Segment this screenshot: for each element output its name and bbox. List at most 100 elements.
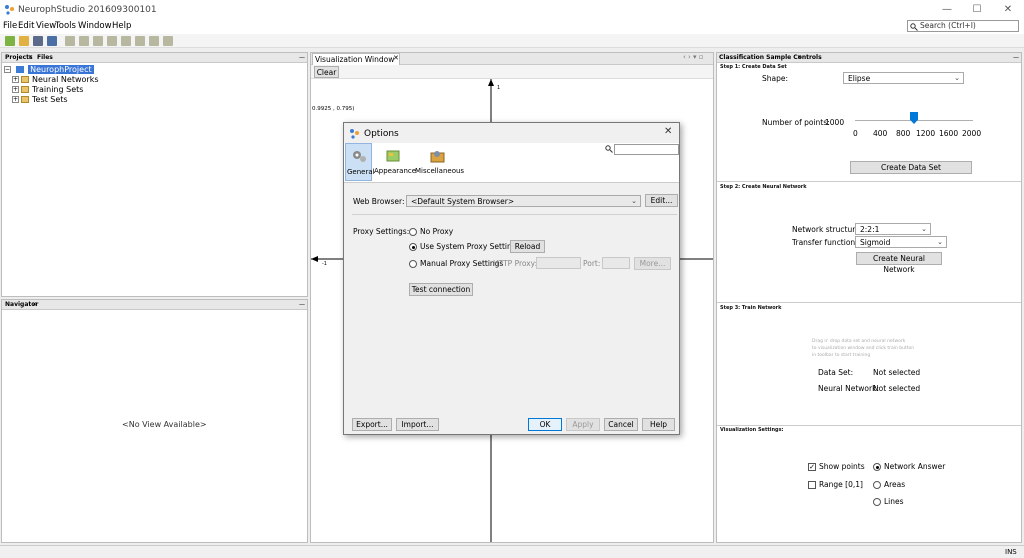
ok-button[interactable]: OK — [528, 418, 562, 431]
system-proxy-radio[interactable]: Use System Proxy Settings — [409, 242, 520, 251]
http-proxy-input[interactable] — [536, 257, 581, 269]
expand-icon[interactable]: + — [12, 86, 19, 93]
search-icon — [910, 23, 918, 31]
system-proxy-label: Use System Proxy Settings — [420, 242, 521, 251]
tree-root[interactable]: − NeurophProject — [4, 65, 94, 75]
nn-label: Neural Network: — [818, 384, 879, 393]
project-icon — [15, 66, 24, 73]
manual-proxy-radio[interactable]: Manual Proxy Settings — [409, 259, 503, 268]
minimize-panel-icon[interactable]: — — [1013, 54, 1019, 61]
manual-proxy-label: Manual Proxy Settings — [420, 259, 504, 268]
dataset-label: Data Set: — [818, 368, 854, 377]
areas-radio[interactable]: Areas — [873, 480, 905, 489]
create-dataset-button[interactable]: Create Data Set — [850, 161, 972, 174]
tree-item-label: Training Sets — [32, 85, 84, 94]
viz-tabstrip: Visualization Window 1 ✕ ‹ › ▾ ▫ — [311, 53, 713, 75]
tab-nav-arrows-icon[interactable]: ‹ › ▾ ▫ — [683, 53, 704, 61]
expand-icon[interactable]: + — [12, 76, 19, 83]
points-slider-thumb[interactable] — [910, 112, 918, 124]
menu-window[interactable]: Window — [78, 21, 112, 31]
search-input[interactable]: Search (Ctrl+I) — [907, 20, 1019, 32]
network-answer-radio[interactable]: Network Answer — [873, 462, 945, 471]
test-connection-button[interactable]: Test connection — [409, 283, 473, 296]
save-all-icon[interactable] — [47, 36, 57, 46]
tree-root-label: NeurophProject — [28, 65, 94, 74]
tool-icon-8[interactable] — [163, 36, 173, 46]
tab-controls[interactable]: Classification Sample Controls — [719, 54, 822, 61]
close-projects-tab-icon[interactable]: ✕ — [28, 54, 33, 61]
app-window: NeurophStudio 201609300101 — ☐ ✕ File Ed… — [0, 0, 1024, 558]
category-miscellaneous[interactable]: Miscellaneous — [415, 143, 464, 181]
toolbox-icon — [430, 151, 445, 163]
menu-tools[interactable]: Tools — [55, 21, 76, 31]
maximize-button[interactable]: ☐ — [962, 3, 992, 17]
no-proxy-radio[interactable]: No Proxy — [409, 227, 453, 236]
structure-select[interactable]: 2:2:1 ⌄ — [855, 223, 931, 235]
http-proxy-label: HTTP Proxy: — [493, 259, 538, 268]
hint-line-2: to visualization window and click train … — [812, 346, 915, 351]
tree-item-neural-networks[interactable]: + Neural Networks — [12, 75, 99, 85]
minimize-button[interactable]: — — [932, 3, 962, 17]
export-button[interactable]: Export... — [352, 418, 392, 431]
tool-icon-3[interactable] — [93, 36, 103, 46]
clear-button[interactable]: Clear — [314, 66, 339, 78]
menu-edit[interactable]: Edit — [18, 21, 34, 31]
tool-icon-5[interactable] — [121, 36, 131, 46]
close-controls-tab-icon[interactable]: ✕ — [797, 54, 802, 61]
menu-help[interactable]: Help — [112, 21, 131, 31]
collapse-icon[interactable]: − — [4, 66, 11, 73]
category-general[interactable]: General — [345, 143, 375, 181]
close-navigator-tab-icon[interactable]: ✕ — [32, 301, 37, 308]
web-browser-select[interactable]: <Default System Browser> ⌄ — [406, 195, 641, 207]
create-network-button[interactable]: Create Neural Network — [856, 252, 942, 274]
edit-button[interactable]: Edit... — [645, 194, 678, 207]
options-search-input[interactable] — [614, 144, 679, 155]
shape-select[interactable]: Elipse ⌄ — [843, 72, 964, 84]
tool-icon-2[interactable] — [79, 36, 89, 46]
check-icon: ✓ — [808, 463, 816, 471]
cancel-button[interactable]: Cancel — [604, 418, 638, 431]
menu-view[interactable]: View — [36, 21, 56, 31]
help-button[interactable]: Help — [642, 418, 675, 431]
range-checkbox[interactable]: Range [0,1] — [808, 480, 863, 489]
category-appearance[interactable]: Appearance — [374, 143, 416, 181]
tool-icon-6[interactable] — [135, 36, 145, 46]
open-project-icon[interactable] — [33, 36, 43, 46]
controls-panel: Classification Sample Controls ✕ — Step … — [716, 52, 1022, 543]
tool-icon-7[interactable] — [149, 36, 159, 46]
minimize-panel-icon[interactable]: — — [299, 301, 305, 308]
category-general-label: General — [347, 168, 375, 176]
apply-button[interactable]: Apply — [566, 418, 600, 431]
close-button[interactable]: ✕ — [993, 3, 1023, 17]
tab-visualization[interactable]: Visualization Window 1 — [312, 53, 400, 75]
tree-item-test-sets[interactable]: + Test Sets — [12, 95, 68, 105]
slider-tick: 0 — [853, 129, 858, 138]
menu-file[interactable]: File — [3, 21, 17, 31]
tree-item-label: Test Sets — [32, 95, 68, 104]
show-points-checkbox[interactable]: ✓ Show points — [808, 462, 865, 471]
tool-icon-4[interactable] — [107, 36, 117, 46]
port-label: Port: — [583, 259, 601, 268]
new-project-icon[interactable] — [5, 36, 15, 46]
lines-radio[interactable]: Lines — [873, 497, 904, 506]
search-placeholder: Search (Ctrl+I) — [920, 21, 976, 30]
new-file-icon[interactable] — [19, 36, 29, 46]
chevron-down-icon: ⌄ — [954, 74, 960, 82]
port-input[interactable] — [602, 257, 630, 269]
chevron-down-icon: ⌄ — [631, 197, 637, 205]
window-title: NeurophStudio 201609300101 — [18, 5, 157, 15]
minimize-panel-icon[interactable]: — — [299, 54, 305, 61]
import-button[interactable]: Import... — [396, 418, 439, 431]
tab-files[interactable]: Files — [37, 54, 53, 61]
tool-icon-1[interactable] — [65, 36, 75, 46]
dialog-close-icon[interactable]: ✕ — [664, 126, 672, 137]
tree-item-training-sets[interactable]: + Training Sets — [12, 85, 83, 95]
more-button[interactable]: More... — [634, 257, 671, 270]
reload-button[interactable]: Reload — [510, 240, 545, 253]
expand-icon[interactable]: + — [12, 96, 19, 103]
y-axis-arrow-icon — [488, 79, 494, 86]
hint-line-3: in toolbar to start training — [812, 353, 871, 358]
transfer-select[interactable]: Sigmoid ⌄ — [855, 236, 947, 248]
dataset-value: Not selected — [873, 368, 921, 377]
close-viz-tab-icon[interactable]: ✕ — [393, 54, 399, 62]
